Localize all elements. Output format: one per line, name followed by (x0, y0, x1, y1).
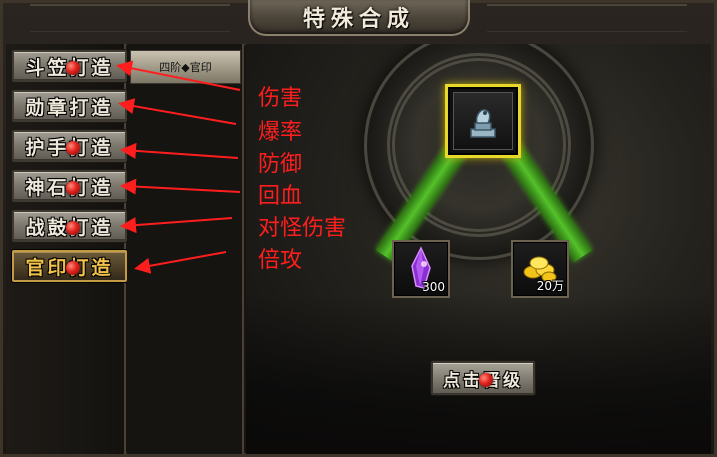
title-plate: 特殊合成 (248, 0, 470, 36)
sub-item-selected[interactable]: 四阶◆官印 (130, 50, 241, 84)
red-dot-badge (66, 261, 80, 275)
craft-button-divine-stone[interactable]: 神石打造 (12, 170, 127, 202)
craft-button-official-seal[interactable]: 官印打造 (12, 250, 127, 282)
material-quantity: 300 (422, 280, 445, 294)
red-dot-badge (66, 181, 80, 195)
annotation-label: 防御 (258, 152, 303, 177)
craft-button-hat[interactable]: 斗笠打造 (12, 50, 127, 82)
material-slot-gold[interactable]: 20万 (511, 240, 569, 298)
material-quantity: 20万 (536, 279, 564, 293)
craft-category-list: 斗笠打造 勋章打造 护手打造 神石打造 战鼓打造 官印打造 (6, 44, 127, 454)
annotation-label: 对怪伤害 (258, 216, 347, 241)
synthesis-area: 300 20万 点击晋级 (246, 44, 711, 454)
title-ornament-right (487, 4, 687, 32)
upgrade-button[interactable]: 点击晋级 (431, 361, 535, 395)
window-title: 特殊合成 (302, 6, 415, 32)
annotation-label: 爆率 (258, 120, 303, 145)
craft-button-label: 勋章打造 (25, 96, 114, 119)
red-dot-badge (66, 61, 80, 75)
craft-button-medal[interactable]: 勋章打造 (12, 90, 127, 122)
official-seal-icon (453, 92, 513, 150)
annotation-label: 倍攻 (258, 248, 303, 273)
craft-button-war-drum[interactable]: 战鼓打造 (12, 210, 127, 242)
material-slot-crystal[interactable]: 300 (392, 240, 450, 298)
craft-button-gauntlet[interactable]: 护手打造 (12, 130, 127, 162)
red-dot-badge (479, 373, 493, 387)
red-dot-badge (66, 141, 80, 155)
sub-item-list: 四阶◆官印 (127, 44, 244, 454)
title-ornament-left (30, 4, 230, 32)
target-item-slot[interactable] (445, 84, 521, 158)
annotation-label: 伤害 (258, 86, 303, 111)
red-dot-badge (66, 221, 80, 235)
annotation-label: 回血 (258, 184, 303, 209)
